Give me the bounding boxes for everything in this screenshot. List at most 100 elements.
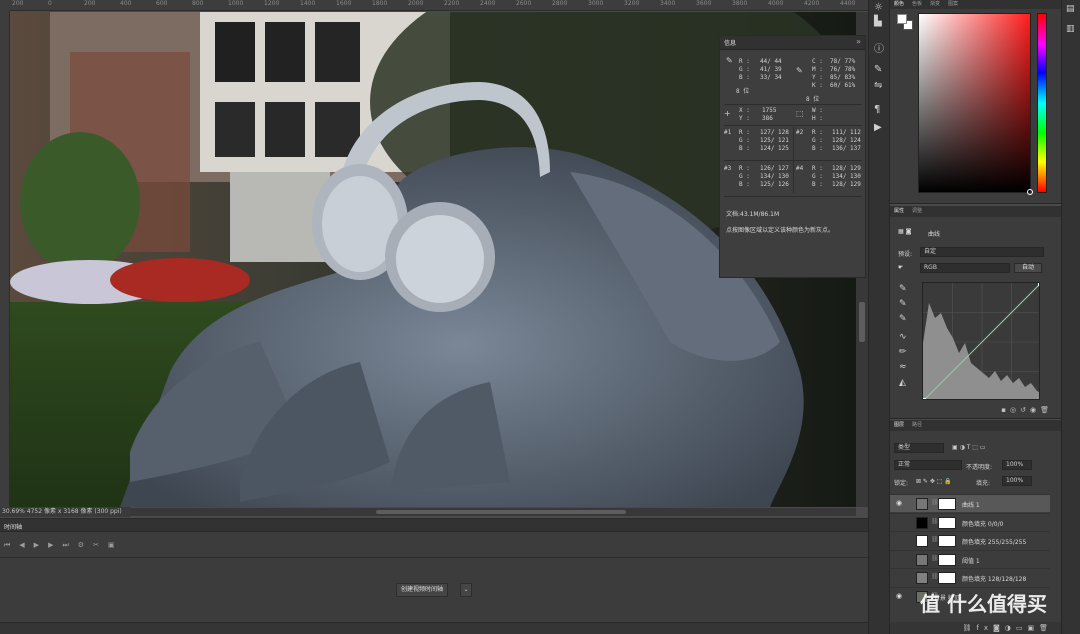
canvas-horizontal-scrollbar[interactable] — [130, 508, 856, 516]
ruler-tick-label: 3200 — [624, 0, 640, 7]
tab-adjustments[interactable]: 调整 — [912, 208, 922, 214]
layer-mask-thumbnail[interactable] — [938, 553, 956, 566]
cmyk-values: 78/ 77% 76/ 78% 85/ 83% 60/ 61% — [830, 58, 856, 89]
layer-row[interactable]: ⛓ 颜色填充 128/128/128 — [890, 568, 1050, 586]
layer-name: 颜色填充 128/128/128 — [962, 576, 1027, 583]
tab-gradients[interactable]: 渐变 — [930, 1, 940, 7]
curves-icon: ▦ ◙ — [898, 228, 912, 235]
properties-title: 曲线 — [928, 231, 941, 238]
auto-button[interactable]: 自动 — [1014, 263, 1042, 273]
sampler-1-id: #1 — [724, 129, 732, 136]
visibility-eye-icon[interactable]: ◉ — [896, 592, 902, 600]
panel-icon-strip: ☼ ▙ ⓘ ✎ ⇋ ¶ ▶ — [868, 0, 890, 634]
layer-mask-thumbnail[interactable] — [938, 516, 956, 529]
play-icon[interactable]: ▶ — [874, 122, 882, 133]
divider — [724, 196, 862, 197]
curve-points-icon[interactable]: ∿ — [899, 332, 907, 342]
white-eyedropper-icon[interactable]: ✎ — [899, 314, 907, 324]
ruler-tick-label: 4000 — [768, 0, 784, 7]
layer-thumbnail — [916, 516, 928, 529]
preset-select[interactable]: 自定 — [920, 247, 1044, 257]
fill-input[interactable]: 100% — [1002, 476, 1032, 486]
layer-filter-icons[interactable]: ▣ ◑ T ⬚ ▭ — [952, 444, 986, 451]
horizontal-ruler[interactable]: 200 0 200 400 600 800 1000 1200 1400 1600 1800 2000… — [10, 0, 891, 11]
rgb-labels: R : G : B : — [739, 58, 750, 81]
horizontal-scroll-thumb[interactable] — [376, 510, 626, 514]
ruler-tick-label: 200 — [12, 0, 24, 7]
layer-mask-thumbnail[interactable] — [938, 572, 956, 584]
layer-row[interactable]: ⛓ 颜色填充 0/0/0 — [890, 512, 1050, 531]
brightness-icon[interactable]: ☼ — [874, 2, 883, 13]
sampler-3-labels: R : G : B : — [739, 165, 750, 188]
wh-labels: W : H : — [812, 107, 823, 122]
ruler-tick-label: 3000 — [588, 0, 604, 7]
ruler-tick-label: 1400 — [300, 0, 316, 7]
vertical-ruler[interactable] — [0, 11, 10, 507]
ruler-tick-label: 1800 — [372, 0, 388, 7]
gray-eyedropper-icon[interactable]: ✎ — [899, 299, 907, 309]
history-icon[interactable]: ▤ — [1066, 4, 1075, 14]
info-panel: 信息 » ✎ R : G : B : 44/ 44 41/ 39 33/ 34 … — [719, 35, 866, 278]
ruler-tick-label: 3600 — [696, 0, 712, 7]
rgb-bit-depth: 8 位 — [736, 88, 750, 95]
clip-warning-icon[interactable]: ◭ — [899, 378, 906, 388]
ruler-tick-label: 2000 — [408, 0, 424, 7]
create-video-timeline-button[interactable]: 创建视频时间轴 — [396, 583, 449, 597]
sampler-4-values: 128/ 129 134/ 130 128/ 129 — [832, 165, 861, 188]
comment-icon[interactable]: ▥ — [1066, 24, 1075, 34]
curves-graph[interactable] — [922, 282, 1040, 400]
ruler-tick-label: 400 — [120, 0, 132, 7]
divider — [724, 125, 862, 126]
timeline-tab[interactable]: 时间轴 — [4, 522, 22, 531]
layer-thumbnail — [916, 553, 928, 566]
ruler-tick-label: 2200 — [444, 0, 460, 7]
layer-thumbnail — [916, 572, 928, 584]
color-picker-cursor[interactable] — [1027, 189, 1033, 195]
paragraph-icon[interactable]: ¶ — [874, 104, 880, 115]
color-picker-field[interactable] — [918, 13, 1033, 195]
brush-icon[interactable]: ✎ — [874, 64, 882, 75]
tab-swatches[interactable]: 色板 — [912, 1, 922, 7]
timeline-footer — [0, 622, 868, 634]
tab-layers[interactable]: 图层 — [894, 422, 904, 428]
sampler-4-id: #4 — [796, 165, 804, 172]
timeline-transport-controls[interactable]: ⏮◀▶▶⏭⚙✂▣ — [4, 541, 124, 550]
far-right-strip: ▤ ▥ — [1061, 0, 1080, 634]
lock-icons[interactable]: ⊠ ✎ ✥ ⬚ 🔒 — [916, 478, 952, 485]
chevron-down-icon[interactable]: ⌄ — [460, 583, 472, 597]
adjust-icon[interactable]: ⇋ — [874, 80, 882, 91]
info-icon[interactable]: ⓘ — [874, 40, 884, 55]
hue-slider[interactable] — [1037, 13, 1047, 193]
smooth-icon[interactable]: ≈ — [899, 362, 907, 372]
foreground-color-swatch[interactable] — [897, 14, 907, 24]
panel-collapse-icon[interactable]: » — [856, 37, 861, 46]
layer-mask-thumbnail[interactable] — [938, 535, 956, 547]
opacity-input[interactable]: 100% — [1002, 460, 1032, 470]
layer-name: 颜色填充 0/0/0 — [962, 520, 1004, 528]
histogram-icon[interactable]: ▙ — [874, 16, 882, 27]
ruler-tick-label: 200 — [84, 0, 96, 7]
visibility-eye-icon[interactable]: ◉ — [896, 499, 902, 507]
tab-properties[interactable]: 属性 — [894, 208, 904, 214]
pencil-icon[interactable]: ✏ — [899, 347, 907, 357]
fill-label: 填充: — [976, 480, 991, 487]
document-status-bar[interactable]: 30.69% 4752 像素 x 3168 像素 (300 ppi) — [0, 507, 130, 517]
layers-footer-icons[interactable]: ⛓fx◙◑▭▣🗑 — [890, 622, 1061, 634]
hand-target-icon[interactable]: ☛ — [898, 264, 903, 271]
layer-row[interactable]: ◉ ⛓ 曲线 1 — [890, 494, 1050, 512]
black-eyedropper-icon[interactable]: ✎ — [899, 284, 907, 294]
tab-paths[interactable]: 路径 — [912, 422, 922, 428]
channel-select[interactable]: RGB — [920, 263, 1010, 273]
tab-color[interactable]: 颜色 — [894, 1, 904, 7]
vertical-scroll-thumb[interactable] — [859, 302, 865, 342]
properties-footer-icons[interactable]: ▪◎↺◉🗑 — [890, 406, 1061, 416]
ruler-tick-label: 0 — [48, 0, 52, 7]
curves-histogram — [923, 283, 1039, 399]
layer-filter-select[interactable]: 类型 — [894, 443, 944, 453]
blend-mode-select[interactable]: 正常 — [894, 460, 962, 470]
layer-row[interactable]: ⛓ 颜色填充 255/255/255 — [890, 531, 1050, 549]
info-tab[interactable]: 信息 — [724, 38, 736, 47]
layer-row[interactable]: ⛓ 阈值 1 — [890, 549, 1050, 568]
tab-patterns[interactable]: 图案 — [948, 1, 958, 7]
layer-mask-thumbnail[interactable] — [938, 498, 956, 510]
